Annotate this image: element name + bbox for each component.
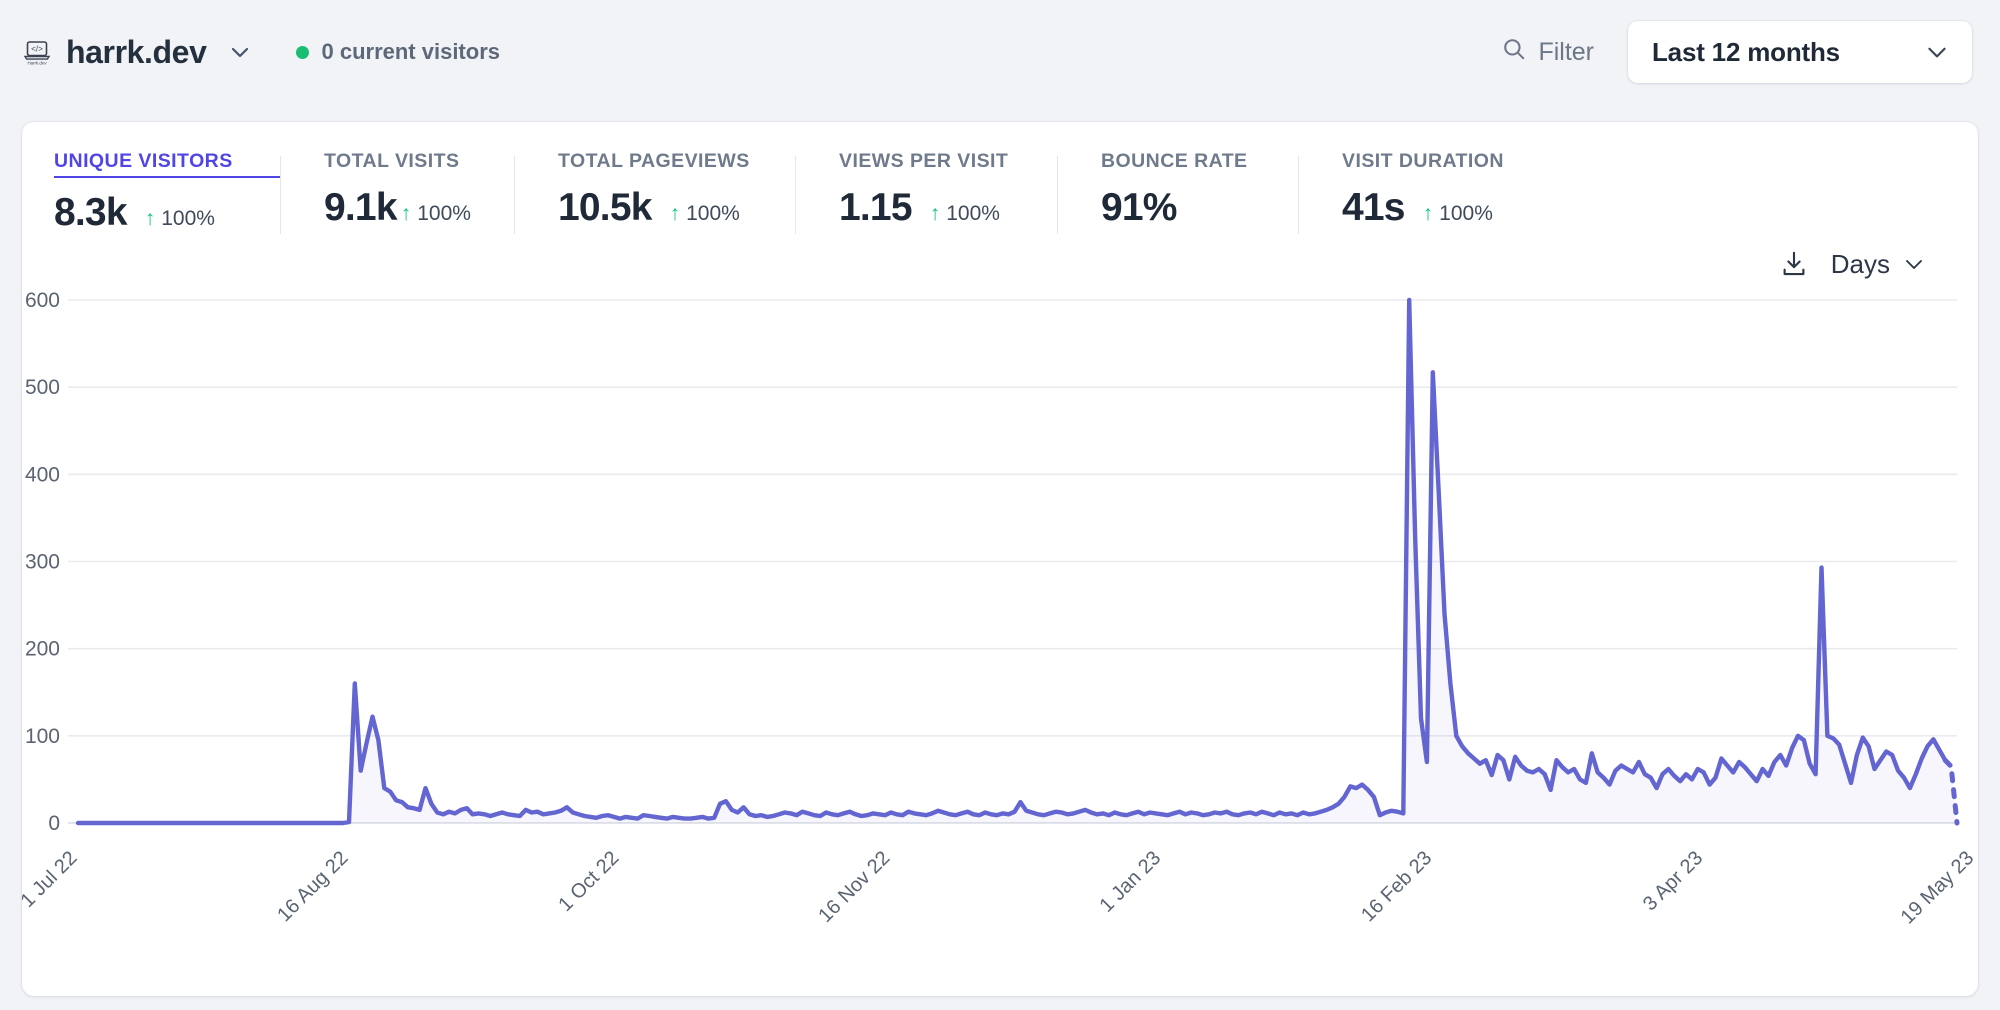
metric-row: 9.1k ↑ 100% <box>324 186 514 230</box>
filter-button[interactable]: Filter <box>1501 36 1594 69</box>
metric-title: UNIQUE VISITORS <box>54 150 280 178</box>
top-bar: </> Harrk.dev harrk.dev 0 current visito… <box>0 0 2000 104</box>
y-axis-tick: 100 <box>25 725 60 748</box>
chart-toolbar: Days <box>22 238 1978 290</box>
metric-change: ↑ 100% <box>930 202 1000 226</box>
metric-views-per-visit[interactable]: VIEWS PER VISIT 1.15 ↑ 100% <box>795 150 1057 242</box>
arrow-up-icon: ↑ <box>144 207 156 230</box>
svg-text:1 Oct 22: 1 Oct 22 <box>554 847 623 916</box>
x-axis-tick: 1 Oct 22 <box>554 847 623 916</box>
chevron-down-icon <box>1902 252 1926 276</box>
metric-bounce-rate[interactable]: BOUNCE RATE 91% <box>1057 150 1298 242</box>
metric-change-value: 100% <box>1439 201 1493 225</box>
favicon-caption: Harrk.dev <box>27 61 47 66</box>
y-axis-tick: 500 <box>25 376 60 399</box>
visitors-chart[interactable]: 0 100 200 300 400 500 600 1 Jul 22 16 Aug 22 1 Oc… <box>22 290 1978 980</box>
svg-text:3 Apr 23: 3 Apr 23 <box>1639 847 1707 915</box>
metric-row: 91% <box>1101 186 1298 230</box>
svg-text:19 May 23: 19 May 23 <box>1897 847 1978 929</box>
x-axis-tick: 19 May 23 <box>1897 847 1978 929</box>
x-axis-tick: 16 Nov 22 <box>814 847 894 927</box>
live-status-dot <box>296 45 310 59</box>
x-axis-tick: 16 Aug 22 <box>273 847 352 926</box>
arrow-up-icon: ↑ <box>669 202 681 225</box>
interval-label: Days <box>1830 248 1890 279</box>
svg-text:1 Jul 22: 1 Jul 22 <box>22 847 82 912</box>
filter-label: Filter <box>1538 37 1594 66</box>
metric-visit-duration[interactable]: VISIT DURATION 41s ↑ 100% <box>1298 150 1504 242</box>
metric-value: 10.5k <box>558 186 652 229</box>
chevron-down-icon[interactable] <box>228 40 252 64</box>
metric-row: 10.5k ↑ 100% <box>558 186 795 230</box>
x-axis-tick: 16 Feb 23 <box>1357 847 1436 926</box>
metric-value: 1.15 <box>839 186 913 229</box>
metric-change-value: 100% <box>686 201 740 225</box>
arrow-up-icon: ↑ <box>400 202 412 225</box>
site-name: harrk.dev <box>66 33 207 70</box>
metric-change: ↑ 100% <box>1423 202 1493 226</box>
current-visitors-label: 0 current visitors <box>321 39 500 64</box>
metric-title: BOUNCE RATE <box>1101 150 1248 172</box>
x-axis-tick: 1 Jan 23 <box>1096 847 1166 917</box>
interval-selector[interactable]: Days <box>1831 249 1926 280</box>
dashboard-card: UNIQUE VISITORS 8.3k ↑ 100% TOTAL VISITS… <box>22 122 1978 996</box>
download-icon[interactable] <box>1779 249 1809 279</box>
search-icon <box>1501 36 1527 69</box>
metric-value: 8.3k <box>54 191 128 234</box>
metric-row: 41s ↑ 100% <box>1342 186 1504 230</box>
y-axis-tick: 200 <box>25 638 60 661</box>
chart-canvas: 0 100 200 300 400 500 600 1 Jul 22 16 Aug 22 1 Oc… <box>22 290 1978 929</box>
laptop-code-favicon: </> Harrk.dev <box>22 37 52 67</box>
metric-change-value: 100% <box>946 201 1000 225</box>
svg-text:16 Nov 22: 16 Nov 22 <box>814 847 894 927</box>
metric-value: 9.1k <box>324 186 398 229</box>
metric-change-value: 100% <box>161 206 215 230</box>
metric-total-visits[interactable]: TOTAL VISITS 9.1k ↑ 100% <box>280 150 514 242</box>
metric-change: ↑ 100% <box>670 202 740 226</box>
metric-title: TOTAL PAGEVIEWS <box>558 150 750 172</box>
y-axis-tick: 400 <box>25 463 60 486</box>
metric-row: 8.3k ↑ 100% <box>54 191 280 235</box>
metric-change: ↑ 100% <box>401 202 471 226</box>
metric-title: VISIT DURATION <box>1342 150 1504 172</box>
date-range-value: Last 12 months <box>1652 36 1840 67</box>
y-axis-tick: 300 <box>25 551 60 574</box>
chevron-down-icon <box>1924 39 1950 65</box>
current-visitors: 0 current visitors <box>296 39 500 65</box>
y-axis-tick: 0 <box>48 812 60 835</box>
arrow-up-icon: ↑ <box>929 202 941 225</box>
arrow-up-icon: ↑ <box>1422 202 1434 225</box>
metric-change-value: 100% <box>417 201 471 225</box>
y-axis-tick: 600 <box>25 290 60 312</box>
svg-text:16 Feb 23: 16 Feb 23 <box>1357 847 1436 926</box>
metric-title: VIEWS PER VISIT <box>839 150 1009 172</box>
x-axis-tick: 1 Jul 22 <box>22 847 82 912</box>
date-range-picker[interactable]: Last 12 months <box>1628 21 1972 83</box>
svg-text:16 Aug 22: 16 Aug 22 <box>273 847 352 926</box>
metric-change: ↑ 100% <box>145 207 215 231</box>
metric-total-pageviews[interactable]: TOTAL PAGEVIEWS 10.5k ↑ 100% <box>514 150 795 242</box>
svg-text:</>: </> <box>31 45 43 54</box>
metric-unique-visitors[interactable]: UNIQUE VISITORS 8.3k ↑ 100% <box>22 150 280 242</box>
metric-value: 41s <box>1342 186 1405 229</box>
svg-text:1 Jan 23: 1 Jan 23 <box>1096 847 1166 917</box>
x-axis-tick: 3 Apr 23 <box>1639 847 1707 915</box>
metric-title: TOTAL VISITS <box>324 150 460 172</box>
metric-value: 91% <box>1101 186 1177 229</box>
metric-row: 1.15 ↑ 100% <box>839 186 1057 230</box>
metrics-bar: UNIQUE VISITORS 8.3k ↑ 100% TOTAL VISITS… <box>22 122 1978 242</box>
site-selector[interactable]: </> Harrk.dev harrk.dev <box>22 34 252 71</box>
